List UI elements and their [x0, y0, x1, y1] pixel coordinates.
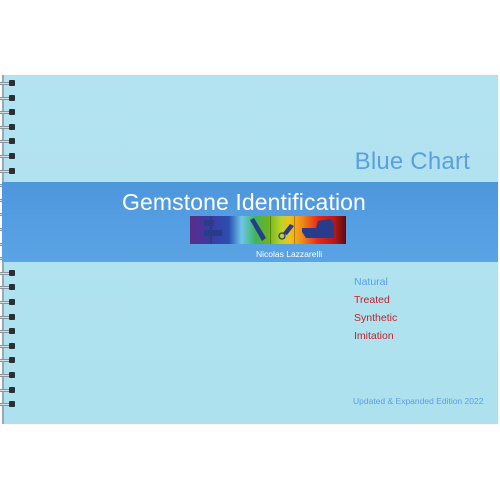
punch-hole — [9, 401, 15, 408]
spiral-coil — [0, 372, 16, 378]
spiral-coil — [0, 269, 16, 276]
main-title: Gemstone Identification — [122, 189, 366, 215]
spectrum-image — [190, 216, 346, 244]
punch-hole — [9, 138, 15, 145]
category-imitation: Imitation — [354, 330, 394, 342]
spiral-coil — [0, 167, 16, 174]
spiral-coil — [0, 313, 16, 320]
punch-hole — [9, 109, 15, 116]
punch-hole — [9, 269, 15, 276]
spiral-coil — [0, 328, 16, 335]
spiral-coil — [0, 357, 16, 364]
punch-hole — [9, 123, 15, 130]
spiral-coil — [0, 123, 16, 130]
spiral-coil — [0, 80, 16, 86]
punch-hole — [9, 167, 15, 174]
category-treated: Treated — [354, 294, 390, 306]
punch-hole — [9, 386, 15, 393]
spiral-coil — [0, 342, 16, 349]
punch-hole — [9, 313, 15, 320]
spiral-coil — [0, 109, 16, 116]
spiral-coil — [0, 299, 16, 305]
category-natural: Natural — [354, 276, 388, 288]
punch-hole — [9, 357, 15, 364]
spiral-coil — [0, 284, 16, 291]
punch-hole — [9, 328, 15, 335]
category-legend: Natural Treated Synthetic Imitation — [354, 276, 397, 348]
spiral-coil — [0, 153, 16, 159]
punch-hole — [9, 284, 15, 291]
spiral-coil — [0, 138, 16, 145]
spiral-coil — [0, 386, 16, 393]
spiral-coil — [0, 401, 16, 408]
spiral-coil — [0, 94, 16, 101]
edition-label: Updated & Expanded Edition 2022 — [353, 396, 484, 406]
punch-hole — [9, 94, 15, 101]
punch-hole — [9, 372, 15, 378]
punch-hole — [9, 153, 15, 159]
punch-hole — [9, 80, 15, 86]
punch-hole — [9, 299, 15, 305]
author-name: Nicolas Lazzarelli — [256, 249, 323, 259]
spectrum-gem-instruments-illustration — [190, 216, 346, 244]
punch-hole — [9, 342, 15, 349]
category-synthetic: Synthetic — [354, 312, 398, 324]
series-title: Blue Chart — [354, 148, 470, 175]
